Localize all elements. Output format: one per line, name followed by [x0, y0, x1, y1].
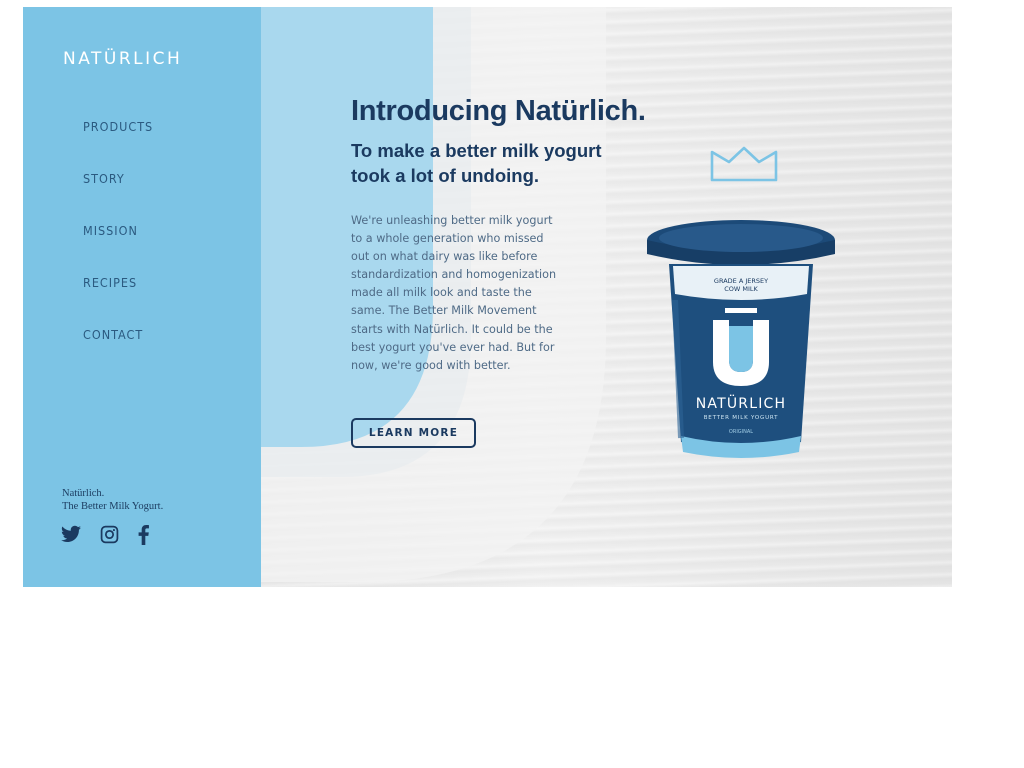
hero-body: We're unleashing better milk yogurt to a… — [351, 214, 557, 372]
nav-item-recipes[interactable]: RECIPES — [83, 275, 153, 327]
learn-more-button[interactable]: LEARN MORE — [351, 418, 476, 448]
tagline-brand: Natürlich. — [62, 488, 105, 499]
instagram-icon[interactable] — [100, 525, 119, 544]
nav-item-story[interactable]: STORY — [83, 171, 153, 223]
crown-icon — [710, 146, 778, 182]
nav-item-contact[interactable]: CONTACT — [83, 327, 153, 379]
svg-text:GRADE A JERSEY: GRADE A JERSEY — [714, 277, 768, 285]
svg-text:BETTER MILK YOGURT: BETTER MILK YOGURT — [704, 415, 779, 421]
social-links — [61, 525, 149, 545]
tagline-slogan: The Better Milk Yogurt. — [62, 501, 164, 512]
hero-headline: Introducing Natürlich. — [351, 95, 646, 127]
facebook-icon[interactable] — [138, 525, 149, 545]
hero-section: Introducing Natürlich. To make a better … — [261, 7, 952, 587]
twitter-icon[interactable] — [61, 525, 81, 543]
main-nav: PRODUCTS STORY MISSION RECIPES CONTACT — [83, 119, 153, 379]
svg-text:ORIGINAL: ORIGINAL — [729, 429, 753, 435]
hero-subhead: To make a better milk yogurt took a lot … — [351, 140, 602, 186]
sidebar: NATÜRLICH PRODUCTS STORY MISSION RECIPES… — [23, 7, 261, 587]
nav-item-mission[interactable]: MISSION — [83, 223, 153, 275]
brand-logo[interactable]: NATÜRLICH — [63, 49, 182, 69]
tagline: Natürlich. The Better Milk Yogurt. — [62, 487, 163, 513]
svg-text:COW MILK: COW MILK — [724, 285, 758, 293]
nav-item-products[interactable]: PRODUCTS — [83, 119, 153, 171]
yogurt-cup-image: GRADE A JERSEY COW MILK NATÜRLICH BETTER… — [647, 220, 835, 458]
page-frame: NATÜRLICH PRODUCTS STORY MISSION RECIPES… — [23, 7, 952, 587]
cup-brand: NATÜRLICH — [696, 394, 787, 412]
